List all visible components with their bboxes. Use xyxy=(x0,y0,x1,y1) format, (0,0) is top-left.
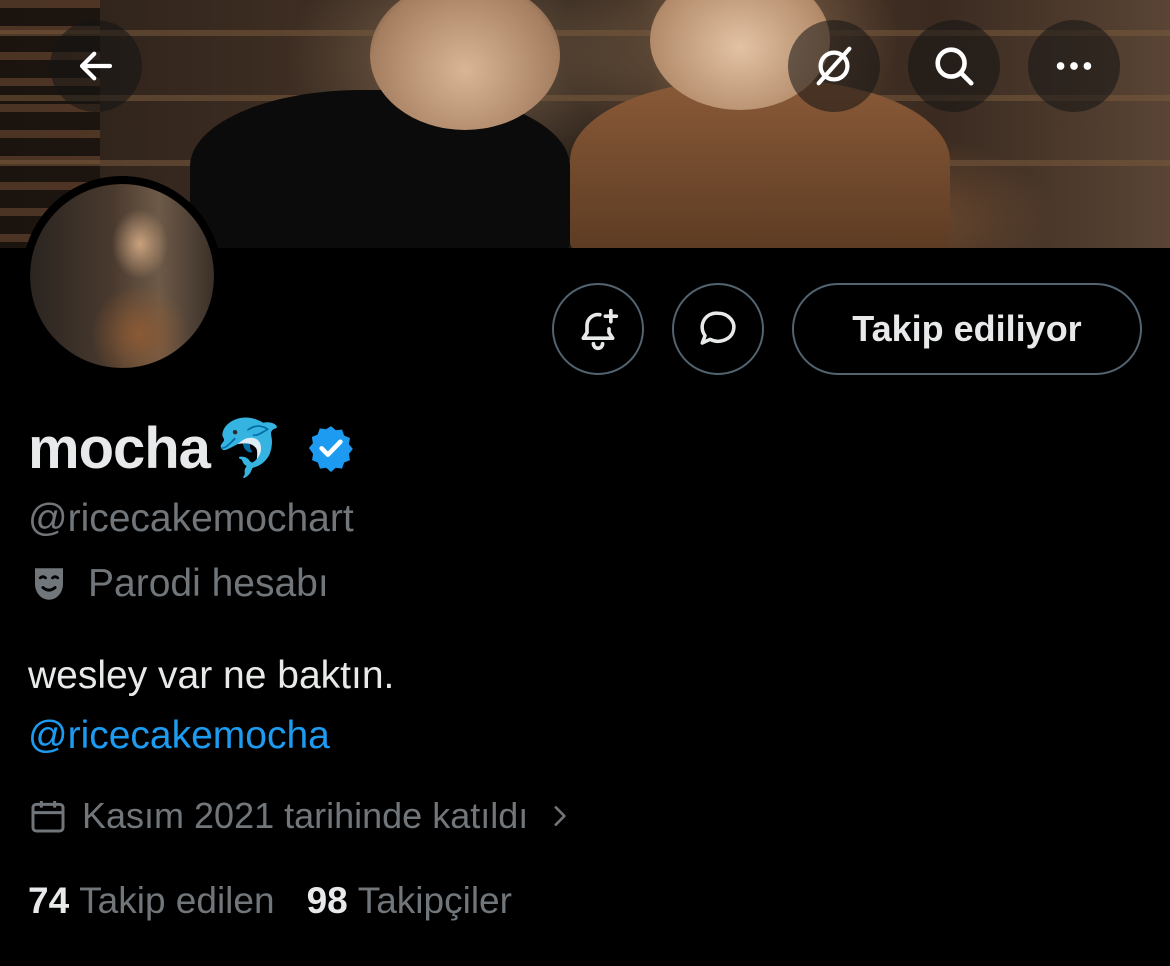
joined-date: Kasım 2021 tarihinde katıldı xyxy=(82,795,529,836)
followers-count: 98 xyxy=(306,880,348,921)
theater-mask-icon xyxy=(28,563,70,605)
avatar-image xyxy=(30,184,214,368)
following-label: Takip edilen xyxy=(79,880,275,921)
notifications-button[interactable] xyxy=(552,283,644,375)
message-button[interactable] xyxy=(672,283,764,375)
user-handle: @ricecakemochart xyxy=(28,497,354,540)
joined-date-row[interactable]: Kasım 2021 tarihinde katıldı xyxy=(28,795,572,837)
more-dots-icon xyxy=(1056,62,1092,70)
display-name-row: mocha 🐬 xyxy=(28,408,356,488)
parody-label-row: Parodi hesabı xyxy=(28,562,329,606)
bio-mention-link[interactable]: @ricecakemocha xyxy=(28,714,330,758)
following-count: 74 xyxy=(28,880,70,921)
arrow-left-icon xyxy=(79,51,113,81)
bio-text: wesley var ne baktın. xyxy=(28,654,395,697)
grok-icon xyxy=(816,46,852,86)
back-button[interactable] xyxy=(50,20,142,112)
grok-button[interactable] xyxy=(788,20,880,112)
search-icon xyxy=(935,47,974,86)
follow-stats: 74 Takip edilen 98 Takipçiler xyxy=(28,880,512,922)
parody-label: Parodi hesabı xyxy=(88,562,329,605)
verified-badge-icon[interactable] xyxy=(306,423,356,473)
chevron-right-icon xyxy=(546,803,572,829)
banner-shelf xyxy=(0,95,1170,101)
following-button[interactable]: Takip ediliyor xyxy=(792,283,1142,375)
calendar-icon xyxy=(28,796,68,836)
display-name: mocha xyxy=(28,415,211,481)
bell-plus-icon xyxy=(581,308,619,351)
dolphin-emoji-icon: 🐬 xyxy=(213,416,284,479)
more-button[interactable] xyxy=(1028,20,1120,112)
followers-label: Takipçiler xyxy=(357,880,512,921)
message-bubble-icon xyxy=(700,311,736,345)
followers-stat[interactable]: 98 Takipçiler xyxy=(307,880,512,922)
banner-shelf xyxy=(0,30,1170,36)
search-button[interactable] xyxy=(908,20,1000,112)
avatar[interactable] xyxy=(22,176,222,376)
following-stat[interactable]: 74 Takip edilen xyxy=(28,880,275,922)
following-button-label: Takip ediliyor xyxy=(852,308,1082,349)
